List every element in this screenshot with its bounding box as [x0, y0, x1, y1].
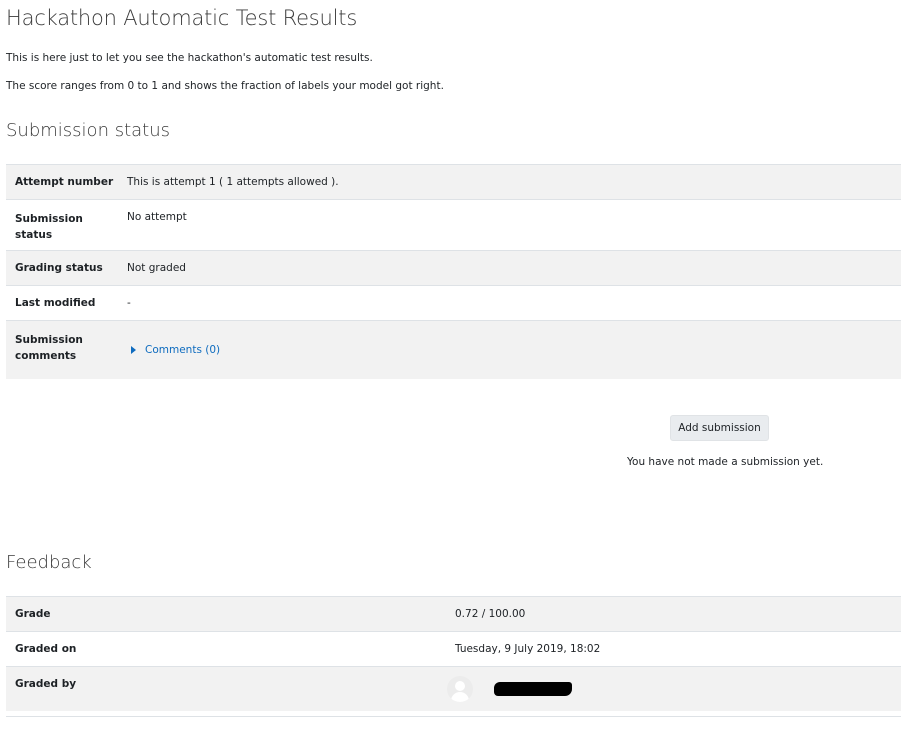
table-row: Last modified - [6, 285, 901, 321]
row-label-submission-comments: Submission comments [15, 334, 83, 362]
row-value-last-modified: - [127, 297, 131, 309]
user-avatar-icon[interactable] [447, 676, 473, 702]
row-value-grading-status: Not graded [127, 262, 186, 274]
comments-toggle-link[interactable]: Comments (0) [131, 344, 220, 356]
page-title: Hackathon Automatic Test Results [6, 6, 358, 30]
table-row: Grade 0.72 / 100.00 [6, 596, 901, 632]
row-label-attempt-number: Attempt number [15, 176, 114, 188]
divider [6, 716, 901, 717]
row-value-submission-status: No attempt [127, 211, 187, 223]
redacted-grader-name [494, 682, 572, 696]
avatar-head [455, 681, 465, 691]
intro-text-1: This is here just to let you see the hac… [6, 52, 373, 64]
no-submission-note: You have not made a submission yet. [627, 456, 824, 468]
table-row: Submission comments Comments (0) [6, 320, 901, 379]
row-value-graded-on: Tuesday, 9 July 2019, 18:02 [455, 643, 601, 655]
table-row: Submission status No attempt [6, 199, 901, 251]
row-value-grade: 0.72 / 100.00 [455, 608, 526, 620]
row-label-last-modified: Last modified [15, 297, 96, 309]
avatar-body [451, 692, 469, 702]
submission-status-table: Attempt number This is attempt 1 ( 1 att… [6, 164, 901, 379]
table-row: Attempt number This is attempt 1 ( 1 att… [6, 164, 901, 200]
row-label-submission-status: Submission status [15, 213, 83, 241]
row-label-grading-status: Grading status [15, 262, 103, 274]
add-submission-button[interactable]: Add submission [670, 415, 769, 441]
row-label-graded-by: Graded by [15, 678, 77, 690]
submission-status-heading: Submission status [6, 120, 171, 141]
table-row: Graded on Tuesday, 9 July 2019, 18:02 [6, 631, 901, 667]
feedback-heading: Feedback [6, 552, 92, 573]
intro-text-2: The score ranges from 0 to 1 and shows t… [6, 80, 444, 92]
caret-right-icon [131, 346, 136, 354]
comments-label: Comments (0) [145, 344, 221, 356]
row-label-graded-on: Graded on [15, 643, 77, 655]
row-value-submission-comments: Comments (0) [118, 321, 901, 379]
row-label-grade: Grade [15, 608, 51, 620]
table-row: Grading status Not graded [6, 250, 901, 286]
row-value-attempt-number: This is attempt 1 ( 1 attempts allowed )… [127, 176, 339, 188]
